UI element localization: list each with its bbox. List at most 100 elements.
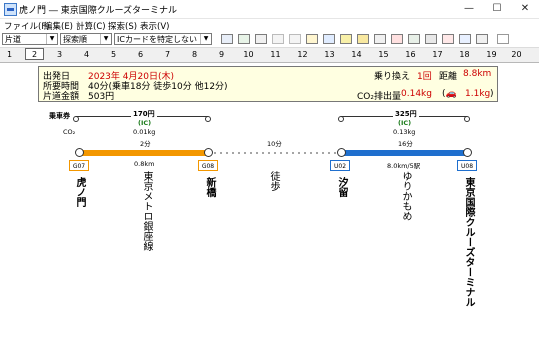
- ic-card-value: ICカードを特定しない: [117, 35, 197, 44]
- menu-bar: ファイル(F) 編集(E) 計算(C) 探索(S) 表示(V): [0, 18, 539, 32]
- fare1-ic: (IC): [138, 119, 152, 127]
- station-icon[interactable]: [442, 34, 454, 44]
- tab-strip: 1 2 3 4 5 6 7 8 9 10 11 12 13 14 15 16 1…: [0, 47, 539, 63]
- tab-8[interactable]: 8: [185, 49, 204, 60]
- ticket-icon[interactable]: [374, 34, 386, 44]
- menu-file[interactable]: ファイル(F): [4, 20, 50, 32]
- title-bar: 虎ノ門 ― 東京国際クルーズターミナル — ☐ ✕: [0, 0, 539, 19]
- line-name-walk: 徒歩: [268, 171, 279, 191]
- station-node-shimbashi[interactable]: [204, 148, 213, 157]
- station-code-g07: G07: [69, 160, 89, 171]
- station-code-u08: U08: [457, 160, 477, 171]
- trip-type-select[interactable]: 片道 ▼: [2, 33, 58, 45]
- line-name-ginza[interactable]: 東京メトロ銀座線: [139, 171, 154, 251]
- table-view-icon[interactable]: [221, 34, 233, 44]
- station-name-toranomon[interactable]: 虎ノ門: [72, 177, 87, 207]
- station-name-terminal[interactable]: 東京国際クルーズターミナル: [461, 177, 476, 307]
- ic-card-select[interactable]: ICカードを特定しない ▼: [114, 33, 212, 45]
- car-icon: (🚗: [442, 89, 457, 99]
- tab-19[interactable]: 19: [482, 49, 501, 60]
- seg2-time: 16分: [398, 140, 413, 148]
- station-node-toranomon[interactable]: [75, 148, 84, 157]
- co2-value: 0.14kg: [401, 89, 432, 99]
- tab-7[interactable]: 7: [158, 49, 177, 60]
- tab-2[interactable]: 2: [25, 48, 44, 60]
- ginza-line-bar: [80, 150, 208, 156]
- tab-5[interactable]: 5: [104, 49, 123, 60]
- map-icon[interactable]: [306, 34, 318, 44]
- maximize-button[interactable]: ☐: [483, 0, 511, 18]
- memo-icon[interactable]: [476, 34, 488, 44]
- list-icon[interactable]: [323, 34, 335, 44]
- distance-label: 距離: [439, 72, 458, 82]
- distance-value: 8.8km: [463, 69, 492, 79]
- tab-12[interactable]: 12: [293, 49, 312, 60]
- co2-row-label: CO₂: [63, 128, 76, 136]
- line-name-yurikamome[interactable]: ゆりかもめ: [398, 171, 413, 221]
- sort-order-select[interactable]: 探索順 ▼: [60, 33, 112, 45]
- tab-18[interactable]: 18: [455, 49, 474, 60]
- tab-15[interactable]: 15: [374, 49, 393, 60]
- car-co2-value: 1.1kg: [465, 89, 491, 99]
- tab-16[interactable]: 16: [401, 49, 420, 60]
- route-summary: 出発日 2023年 4月20日(木) 所要時間 40分(乗車18分 徒歩10分 …: [38, 66, 498, 102]
- pencil-icon[interactable]: [497, 34, 509, 44]
- trip-type-value: 片道: [5, 35, 21, 44]
- toolbar: 片道 ▼ 探索順 ▼ ICカードを特定しない ▼: [0, 32, 539, 47]
- chevron-down-icon: ▼: [46, 34, 57, 44]
- seg1-distance: 0.8km: [134, 160, 155, 168]
- ex-icon[interactable]: [289, 34, 301, 44]
- seg2-distance: 8.0km/5駅: [387, 162, 421, 170]
- tab-9[interactable]: 9: [212, 49, 231, 60]
- menu-view[interactable]: 表示(V): [140, 20, 169, 32]
- minimize-button[interactable]: —: [455, 0, 483, 18]
- station-node-shiodome[interactable]: [337, 148, 346, 157]
- yurikamome-line-bar: [344, 150, 466, 156]
- station-code-u02: U02: [330, 160, 350, 171]
- tab-3[interactable]: 3: [50, 49, 69, 60]
- fare-label: 片道金額: [43, 92, 80, 102]
- fare2-co2: 0.13kg: [393, 128, 416, 136]
- station-name-shimbashi[interactable]: 新橋: [202, 177, 217, 197]
- tab-11[interactable]: 11: [266, 49, 285, 60]
- grid-icon[interactable]: [425, 34, 437, 44]
- bus-icon[interactable]: [340, 34, 352, 44]
- tab-13[interactable]: 13: [320, 49, 339, 60]
- station-code-g08: G08: [198, 160, 218, 171]
- close-button[interactable]: ✕: [511, 0, 539, 18]
- window-title: 虎ノ門 ― 東京国際クルーズターミナル: [19, 6, 178, 16]
- fare2-ic: (IC): [398, 119, 412, 127]
- chevron-down-icon: ▼: [200, 34, 211, 44]
- chevron-down-icon: ▼: [100, 34, 111, 44]
- calendar-icon[interactable]: [391, 34, 403, 44]
- tab-4[interactable]: 4: [77, 49, 96, 60]
- fare1-amount: 170円: [131, 109, 157, 119]
- walk-time: 10分: [267, 140, 282, 148]
- tab-20[interactable]: 20: [507, 49, 526, 60]
- transfer-value: 1回: [417, 72, 432, 82]
- app-icon: [4, 3, 17, 16]
- transfer-label: 乗り換え: [374, 72, 411, 82]
- fare1-co2: 0.01kg: [133, 128, 156, 136]
- car-icon[interactable]: [357, 34, 369, 44]
- station-name-shiodome[interactable]: 汐留: [334, 177, 349, 197]
- fare-value: 503円: [88, 92, 115, 102]
- menu-calc[interactable]: 計算(C): [76, 20, 106, 32]
- tab-10[interactable]: 10: [239, 49, 258, 60]
- print-icon[interactable]: [408, 34, 420, 44]
- menu-edit[interactable]: 編集(E): [44, 20, 73, 32]
- chart-icon[interactable]: [238, 34, 250, 44]
- seg1-time: 2分: [140, 140, 151, 148]
- station-node-terminal[interactable]: [463, 148, 472, 157]
- tab-14[interactable]: 14: [347, 49, 366, 60]
- tab-17[interactable]: 17: [428, 49, 447, 60]
- tab-6[interactable]: 6: [131, 49, 150, 60]
- disabled-icon[interactable]: [272, 34, 284, 44]
- edit-icon[interactable]: [255, 34, 267, 44]
- co2-label: CO₂排出量: [357, 92, 401, 102]
- menu-search[interactable]: 探索(S): [108, 20, 137, 32]
- route-diagram: 乗車券 170円 325円 (IC) (IC) CO₂ 0.01kg 0.13k…: [0, 105, 539, 341]
- history-icon[interactable]: [459, 34, 471, 44]
- sort-order-value: 探索順: [63, 35, 87, 44]
- tab-1[interactable]: 1: [0, 49, 19, 60]
